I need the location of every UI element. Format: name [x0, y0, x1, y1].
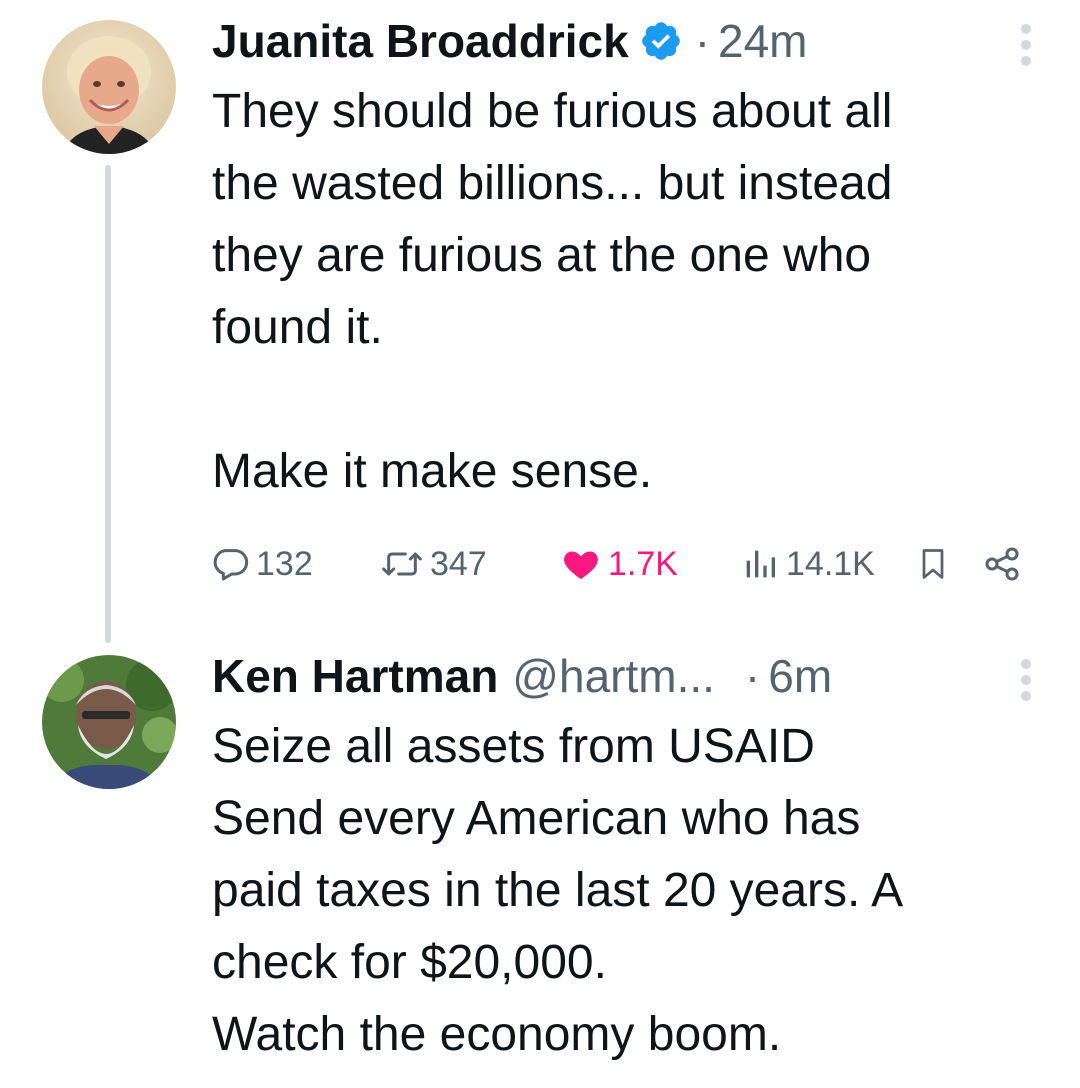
repost-count: 347	[430, 544, 487, 583]
author-name[interactable]: Juanita Broaddrick	[212, 10, 629, 72]
separator-dot: ·	[694, 15, 711, 67]
avatar-woman-smiling-icon	[42, 20, 176, 154]
views-count: 14.1K	[786, 544, 875, 583]
bookmark-button[interactable]	[915, 538, 957, 590]
tweet-actions-bar: 132 347 1.7K 14.1K	[0, 538, 1080, 590]
views-button[interactable]: 14.1K	[740, 538, 875, 590]
separator-dot: ·	[744, 650, 761, 702]
share-button[interactable]	[982, 538, 1028, 590]
like-button[interactable]: 1.7K	[560, 538, 678, 590]
views-icon	[746, 550, 775, 578]
avatar-bearded-man-icon	[42, 655, 176, 789]
reply-icon	[213, 549, 249, 581]
tweet-header: Ken Hartman @hartm... · 6m	[212, 645, 1040, 707]
like-count: 1.7K	[608, 544, 678, 583]
tweet-text: They should be furious about all the was…	[212, 85, 893, 498]
reply-button[interactable]: 132	[210, 538, 313, 590]
share-icon	[985, 547, 1019, 581]
tweet-body: Ken Hartman @hartm... · 6m Seize all ass…	[212, 645, 1040, 1071]
author-avatar[interactable]	[42, 20, 176, 154]
tweet-body: Juanita Broaddrick · 24m They should be …	[212, 10, 1040, 508]
tweet-juanita[interactable]: Juanita Broaddrick · 24m They should be …	[0, 0, 1080, 640]
tweet-text: Seize all assets from USAID Send every A…	[212, 720, 904, 1061]
repost-icon	[382, 552, 422, 576]
more-vertical-icon[interactable]	[1016, 655, 1036, 705]
bookmark-icon	[922, 549, 944, 579]
author-avatar[interactable]	[42, 655, 176, 789]
tweet-timestamp[interactable]: 6m	[768, 645, 832, 707]
repost-button[interactable]: 347	[380, 538, 487, 590]
tweet-header: Juanita Broaddrick · 24m	[212, 10, 1040, 72]
author-name[interactable]: Ken Hartman	[212, 645, 498, 707]
heart-icon	[564, 551, 598, 579]
tweet-ken[interactable]: Ken Hartman @hartm... · 6m Seize all ass…	[0, 640, 1080, 1088]
verified-badge-icon	[639, 19, 683, 63]
more-vertical-icon[interactable]	[1016, 20, 1036, 70]
tweet-timestamp[interactable]: 24m	[718, 10, 807, 72]
author-handle[interactable]: @hartm...	[512, 645, 715, 707]
reply-count: 132	[256, 544, 313, 583]
